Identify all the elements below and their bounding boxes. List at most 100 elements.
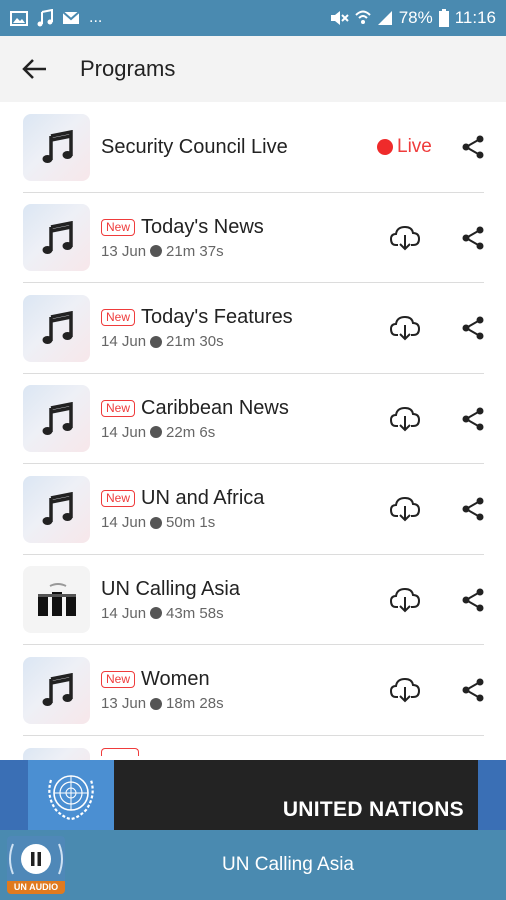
music-note-icon	[42, 220, 73, 254]
new-badge: New	[101, 671, 136, 689]
page-title: Programs	[80, 56, 176, 81]
separator-dot-icon	[150, 245, 163, 258]
download-button[interactable]	[388, 673, 422, 707]
program-date: 14 Jun	[101, 333, 147, 351]
program-duration: 22m 6s	[166, 423, 216, 441]
share-icon	[462, 497, 484, 521]
signal-icon	[377, 10, 393, 26]
separator-dot-icon	[150, 697, 163, 710]
cloud-download-icon	[390, 497, 420, 522]
program-duration: 43m 58s	[166, 604, 224, 622]
separator-dot-icon	[150, 607, 163, 620]
live-dot-icon	[377, 139, 393, 156]
battery-percent: 78%	[398, 8, 433, 27]
un-audio-tag: UN AUDIO	[7, 881, 65, 894]
program-duration: 18m 28s	[166, 695, 224, 713]
program-row[interactable]: New Today's Features 14 Jun 21m 30s	[0, 283, 506, 374]
un-emblem-icon	[28, 760, 114, 830]
clock: 11:16	[454, 8, 496, 27]
program-thumbnail	[23, 113, 90, 181]
live-indicator: Live	[377, 136, 432, 158]
pause-icon	[31, 852, 41, 866]
program-thumbnail	[23, 747, 90, 760]
cloud-download-icon	[390, 587, 420, 613]
now-playing-title: UN Calling Asia	[222, 854, 354, 875]
separator-dot-icon	[150, 426, 163, 439]
cloud-download-icon	[390, 406, 420, 432]
share-icon	[462, 407, 484, 431]
program-text: New Caribbean News 14 Jun 22m 6s	[101, 397, 386, 441]
program-text: UN Calling Asia 14 Jun 43m 58s	[101, 578, 386, 622]
share-icon	[462, 135, 484, 159]
program-thumbnail	[23, 566, 90, 634]
program-title: UN Calling Asia	[101, 577, 240, 600]
program-date: 14 Jun	[101, 604, 147, 622]
program-thumbnail	[23, 294, 90, 362]
cloud-download-icon	[390, 225, 420, 251]
music-note-icon	[42, 492, 73, 526]
pause-button[interactable]	[21, 844, 51, 874]
separator-dot-icon	[150, 516, 163, 529]
back-button[interactable]	[0, 36, 70, 102]
program-text: New Today's Features 14 Jun 21m 30s	[101, 306, 386, 350]
program-duration: 50m 1s	[166, 514, 216, 532]
download-button[interactable]	[388, 402, 422, 436]
share-button[interactable]	[456, 492, 490, 526]
music-note-icon	[42, 401, 73, 435]
program-title: Today's Features	[141, 306, 293, 329]
new-badge	[101, 747, 139, 756]
share-icon	[462, 316, 484, 340]
new-badge: New	[101, 399, 136, 417]
music-note-icon	[42, 673, 73, 707]
program-date: 14 Jun	[101, 423, 147, 441]
program-duration: 21m 37s	[166, 242, 224, 260]
music-note-icon	[42, 130, 73, 164]
program-thumbnail	[23, 385, 90, 453]
program-row[interactable]: New Today's News 13 Jun 21m 37s	[0, 193, 506, 284]
share-button[interactable]	[456, 221, 490, 255]
program-title: Today's News	[141, 215, 264, 238]
program-text: New Today's News 13 Jun 21m 37s	[101, 216, 386, 260]
program-title: UN and Africa	[141, 487, 265, 510]
mute-icon	[329, 10, 349, 26]
download-button[interactable]	[388, 492, 422, 526]
share-icon	[462, 678, 484, 702]
back-arrow-icon	[22, 59, 46, 79]
un-audio-logo: UN AUDIO	[7, 836, 65, 894]
download-button[interactable]	[388, 583, 422, 617]
share-button[interactable]	[456, 402, 490, 436]
download-button[interactable]	[388, 221, 422, 255]
program-row[interactable]: UN Calling Asia 14 Jun 43m 58s	[0, 555, 506, 646]
program-list[interactable]: Security Council Live Live New Today's Ne…	[0, 102, 506, 760]
cloud-download-icon	[390, 316, 420, 341]
program-row[interactable]: New Women 13 Jun 18m 28s	[0, 645, 506, 736]
mini-player[interactable]: UN Calling Asia UN AUDIO	[0, 830, 506, 900]
battery-icon	[438, 9, 449, 27]
share-button[interactable]	[456, 130, 490, 164]
program-title: Security Council Live	[101, 135, 288, 158]
program-duration: 21m 30s	[166, 333, 224, 351]
download-button[interactable]	[388, 311, 422, 345]
new-badge: New	[101, 218, 136, 236]
wifi-icon	[354, 10, 371, 26]
program-row-partial[interactable]	[0, 736, 506, 760]
program-row[interactable]: New UN and Africa 14 Jun 50m 1s	[0, 464, 506, 555]
program-row[interactable]: New Caribbean News 14 Jun 22m 6s	[0, 374, 506, 465]
program-thumbnail	[23, 204, 90, 272]
new-badge: New	[101, 490, 136, 508]
share-icon	[462, 226, 484, 250]
un-banner[interactable]: UNITED NATIONS	[0, 760, 506, 830]
program-thumbnail	[23, 656, 90, 724]
mail-icon	[62, 11, 80, 25]
program-row-live[interactable]: Security Council Live Live	[0, 102, 506, 193]
radio-program-icon	[37, 582, 76, 616]
cloud-download-icon	[390, 678, 420, 703]
new-badge: New	[101, 309, 136, 327]
share-button[interactable]	[456, 311, 490, 345]
more-notifications: ...	[89, 9, 103, 26]
separator-dot-icon	[150, 335, 163, 348]
program-title: Caribbean News	[141, 396, 289, 419]
share-button[interactable]	[456, 673, 490, 707]
program-title: Women	[141, 668, 210, 691]
share-button[interactable]	[456, 583, 490, 617]
